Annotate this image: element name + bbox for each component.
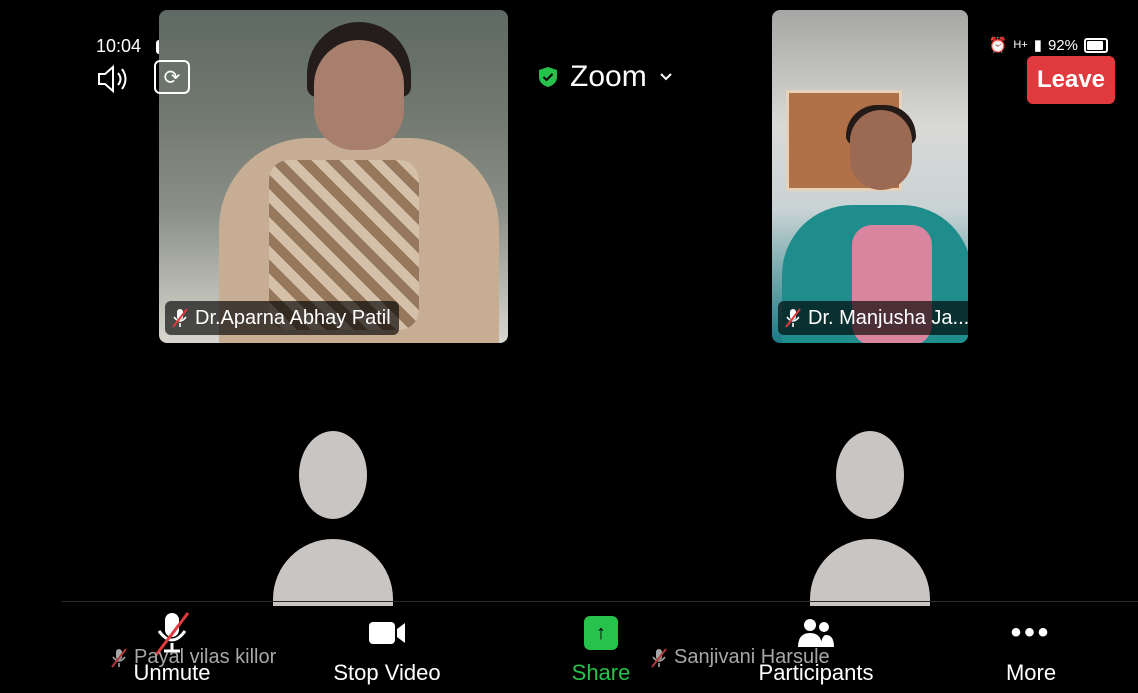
participant-name: Sanjivani Harsule [674, 646, 830, 668]
signal-icon: ▮ [1033, 37, 1042, 54]
avatar-body [273, 539, 393, 606]
participant-name-tag: Dr.Aparna Abhay Patil [165, 301, 399, 335]
avatar-sanjivani[interactable] [810, 431, 930, 606]
stop-video-button[interactable]: Stop Video [302, 608, 472, 686]
video-tile-aparna[interactable]: Dr.Aparna Abhay Patil [159, 10, 508, 343]
stop-video-label: Stop Video [333, 660, 441, 685]
avatar-name-tag: Payal vilas killor [110, 646, 276, 669]
video-camera-icon [369, 622, 405, 644]
battery-percentage: 92% [1047, 36, 1078, 54]
share-label: Share [571, 660, 631, 685]
status-indicators: ⏰ H+ ▮ 92% [989, 36, 1108, 54]
video-tile-manjusha[interactable]: Dr. Manjusha Ja... [772, 10, 968, 343]
avatar-name-tag: Sanjivani Harsule [650, 646, 830, 669]
alarm-icon: ⏰ [988, 37, 1008, 54]
meeting-title: Zoom [570, 60, 647, 93]
participant-name: Dr.Aparna Abhay Patil [195, 306, 391, 329]
more-button[interactable]: ••• More [946, 608, 1116, 686]
battery-icon [1084, 37, 1108, 53]
mic-muted-icon [651, 647, 667, 668]
participant-name-tag: Dr. Manjusha Ja... [778, 301, 968, 335]
more-icon: ••• [1010, 616, 1052, 649]
avatar-body [810, 539, 930, 606]
leave-button[interactable]: Leave [1027, 56, 1115, 104]
participant-name: Payal vilas killor [134, 646, 277, 668]
participants-icon [798, 619, 834, 647]
status-time: 10:04 [96, 36, 142, 56]
switch-camera-button[interactable]: ⟳ [154, 60, 190, 94]
camera-switch-icon: ⟳ [163, 66, 181, 89]
chevron-down-icon [659, 73, 672, 81]
meeting-title-button[interactable]: Zoom [538, 60, 673, 94]
shield-icon [539, 67, 557, 87]
mic-muted-icon [111, 647, 127, 668]
avatar-payal[interactable] [273, 431, 393, 606]
avatar-head [836, 431, 904, 519]
avatar-head [299, 431, 367, 519]
more-label: More [1005, 660, 1057, 685]
participant-name: Dr. Manjusha Ja... [808, 306, 968, 329]
mic-muted-icon [785, 308, 801, 328]
toolbar-divider [62, 601, 1138, 602]
speaker-icon[interactable] [96, 64, 132, 94]
share-icon: ↑ [584, 616, 618, 650]
mic-muted-icon [172, 308, 188, 328]
network-label: H+ [1013, 39, 1028, 51]
